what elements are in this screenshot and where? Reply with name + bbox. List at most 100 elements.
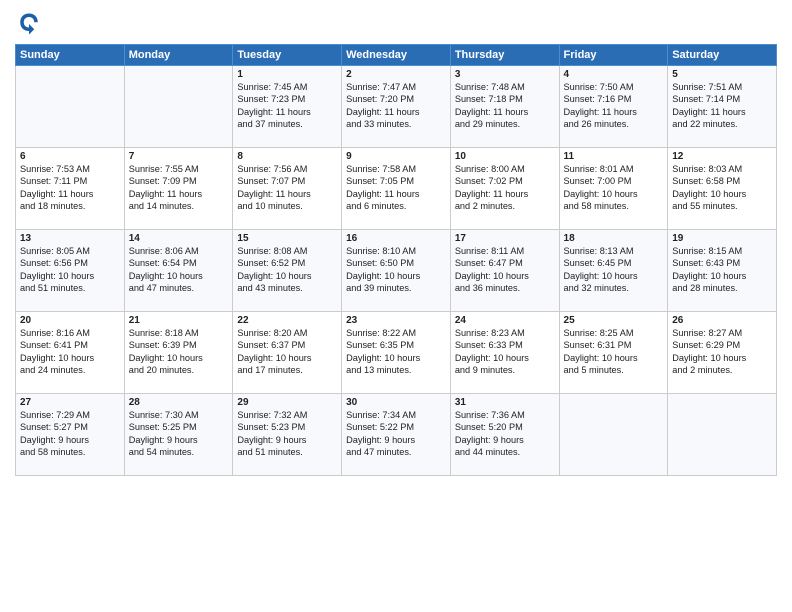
logo-icon [15,10,43,38]
day-number: 5 [672,69,772,80]
calendar-cell: 2Sunrise: 7:47 AM Sunset: 7:20 PM Daylig… [342,66,451,148]
day-number: 17 [455,233,555,244]
day-number: 16 [346,233,446,244]
calendar-cell: 18Sunrise: 8:13 AM Sunset: 6:45 PM Dayli… [559,230,668,312]
day-number: 30 [346,397,446,408]
day-number: 7 [129,151,229,162]
day-info: Sunrise: 8:18 AM Sunset: 6:39 PM Dayligh… [129,327,229,377]
day-info: Sunrise: 8:11 AM Sunset: 6:47 PM Dayligh… [455,245,555,295]
day-info: Sunrise: 8:03 AM Sunset: 6:58 PM Dayligh… [672,163,772,213]
calendar-cell [124,66,233,148]
header [15,10,777,38]
calendar-cell: 23Sunrise: 8:22 AM Sunset: 6:35 PM Dayli… [342,312,451,394]
day-number: 18 [564,233,664,244]
day-info: Sunrise: 7:47 AM Sunset: 7:20 PM Dayligh… [346,81,446,131]
day-info: Sunrise: 8:10 AM Sunset: 6:50 PM Dayligh… [346,245,446,295]
day-info: Sunrise: 7:34 AM Sunset: 5:22 PM Dayligh… [346,409,446,459]
day-number: 9 [346,151,446,162]
day-number: 31 [455,397,555,408]
calendar-cell: 6Sunrise: 7:53 AM Sunset: 7:11 PM Daylig… [16,148,125,230]
day-number: 2 [346,69,446,80]
day-info: Sunrise: 8:05 AM Sunset: 6:56 PM Dayligh… [20,245,120,295]
header-cell-thursday: Thursday [450,45,559,66]
calendar-cell [559,394,668,476]
day-info: Sunrise: 7:30 AM Sunset: 5:25 PM Dayligh… [129,409,229,459]
day-info: Sunrise: 7:51 AM Sunset: 7:14 PM Dayligh… [672,81,772,131]
calendar-cell: 4Sunrise: 7:50 AM Sunset: 7:16 PM Daylig… [559,66,668,148]
header-cell-tuesday: Tuesday [233,45,342,66]
calendar-cell: 8Sunrise: 7:56 AM Sunset: 7:07 PM Daylig… [233,148,342,230]
logo [15,10,47,38]
day-number: 28 [129,397,229,408]
day-number: 21 [129,315,229,326]
calendar-cell: 21Sunrise: 8:18 AM Sunset: 6:39 PM Dayli… [124,312,233,394]
calendar-cell: 3Sunrise: 7:48 AM Sunset: 7:18 PM Daylig… [450,66,559,148]
header-cell-sunday: Sunday [16,45,125,66]
day-info: Sunrise: 8:27 AM Sunset: 6:29 PM Dayligh… [672,327,772,377]
calendar-cell: 14Sunrise: 8:06 AM Sunset: 6:54 PM Dayli… [124,230,233,312]
day-info: Sunrise: 7:36 AM Sunset: 5:20 PM Dayligh… [455,409,555,459]
day-number: 10 [455,151,555,162]
calendar-header: SundayMondayTuesdayWednesdayThursdayFrid… [16,45,777,66]
day-info: Sunrise: 8:01 AM Sunset: 7:00 PM Dayligh… [564,163,664,213]
day-number: 11 [564,151,664,162]
calendar-cell: 16Sunrise: 8:10 AM Sunset: 6:50 PM Dayli… [342,230,451,312]
day-info: Sunrise: 8:23 AM Sunset: 6:33 PM Dayligh… [455,327,555,377]
day-info: Sunrise: 8:13 AM Sunset: 6:45 PM Dayligh… [564,245,664,295]
calendar-cell: 25Sunrise: 8:25 AM Sunset: 6:31 PM Dayli… [559,312,668,394]
calendar-cell: 30Sunrise: 7:34 AM Sunset: 5:22 PM Dayli… [342,394,451,476]
day-number: 6 [20,151,120,162]
calendar-cell: 28Sunrise: 7:30 AM Sunset: 5:25 PM Dayli… [124,394,233,476]
day-info: Sunrise: 7:53 AM Sunset: 7:11 PM Dayligh… [20,163,120,213]
day-info: Sunrise: 8:25 AM Sunset: 6:31 PM Dayligh… [564,327,664,377]
day-info: Sunrise: 7:55 AM Sunset: 7:09 PM Dayligh… [129,163,229,213]
day-number: 23 [346,315,446,326]
day-number: 22 [237,315,337,326]
day-info: Sunrise: 8:16 AM Sunset: 6:41 PM Dayligh… [20,327,120,377]
calendar-cell: 17Sunrise: 8:11 AM Sunset: 6:47 PM Dayli… [450,230,559,312]
calendar-cell: 11Sunrise: 8:01 AM Sunset: 7:00 PM Dayli… [559,148,668,230]
day-info: Sunrise: 8:15 AM Sunset: 6:43 PM Dayligh… [672,245,772,295]
calendar-cell: 1Sunrise: 7:45 AM Sunset: 7:23 PM Daylig… [233,66,342,148]
day-number: 12 [672,151,772,162]
day-info: Sunrise: 8:08 AM Sunset: 6:52 PM Dayligh… [237,245,337,295]
day-info: Sunrise: 8:20 AM Sunset: 6:37 PM Dayligh… [237,327,337,377]
calendar-cell: 20Sunrise: 8:16 AM Sunset: 6:41 PM Dayli… [16,312,125,394]
day-number: 14 [129,233,229,244]
main-container: SundayMondayTuesdayWednesdayThursdayFrid… [0,0,792,481]
day-info: Sunrise: 7:32 AM Sunset: 5:23 PM Dayligh… [237,409,337,459]
day-number: 8 [237,151,337,162]
day-info: Sunrise: 7:56 AM Sunset: 7:07 PM Dayligh… [237,163,337,213]
header-cell-saturday: Saturday [668,45,777,66]
day-number: 15 [237,233,337,244]
calendar-table: SundayMondayTuesdayWednesdayThursdayFrid… [15,44,777,476]
calendar-cell: 10Sunrise: 8:00 AM Sunset: 7:02 PM Dayli… [450,148,559,230]
day-number: 20 [20,315,120,326]
day-number: 1 [237,69,337,80]
calendar-cell: 24Sunrise: 8:23 AM Sunset: 6:33 PM Dayli… [450,312,559,394]
day-number: 4 [564,69,664,80]
week-row-2: 6Sunrise: 7:53 AM Sunset: 7:11 PM Daylig… [16,148,777,230]
header-row: SundayMondayTuesdayWednesdayThursdayFrid… [16,45,777,66]
day-info: Sunrise: 7:29 AM Sunset: 5:27 PM Dayligh… [20,409,120,459]
day-info: Sunrise: 7:50 AM Sunset: 7:16 PM Dayligh… [564,81,664,131]
calendar-cell [16,66,125,148]
day-number: 29 [237,397,337,408]
calendar-cell [668,394,777,476]
calendar-cell: 22Sunrise: 8:20 AM Sunset: 6:37 PM Dayli… [233,312,342,394]
day-info: Sunrise: 7:58 AM Sunset: 7:05 PM Dayligh… [346,163,446,213]
calendar-cell: 13Sunrise: 8:05 AM Sunset: 6:56 PM Dayli… [16,230,125,312]
day-info: Sunrise: 7:45 AM Sunset: 7:23 PM Dayligh… [237,81,337,131]
day-info: Sunrise: 8:22 AM Sunset: 6:35 PM Dayligh… [346,327,446,377]
calendar-cell: 19Sunrise: 8:15 AM Sunset: 6:43 PM Dayli… [668,230,777,312]
header-cell-monday: Monday [124,45,233,66]
week-row-5: 27Sunrise: 7:29 AM Sunset: 5:27 PM Dayli… [16,394,777,476]
calendar-cell: 7Sunrise: 7:55 AM Sunset: 7:09 PM Daylig… [124,148,233,230]
day-number: 13 [20,233,120,244]
calendar-cell: 31Sunrise: 7:36 AM Sunset: 5:20 PM Dayli… [450,394,559,476]
week-row-3: 13Sunrise: 8:05 AM Sunset: 6:56 PM Dayli… [16,230,777,312]
header-cell-wednesday: Wednesday [342,45,451,66]
day-number: 25 [564,315,664,326]
day-number: 26 [672,315,772,326]
day-number: 3 [455,69,555,80]
